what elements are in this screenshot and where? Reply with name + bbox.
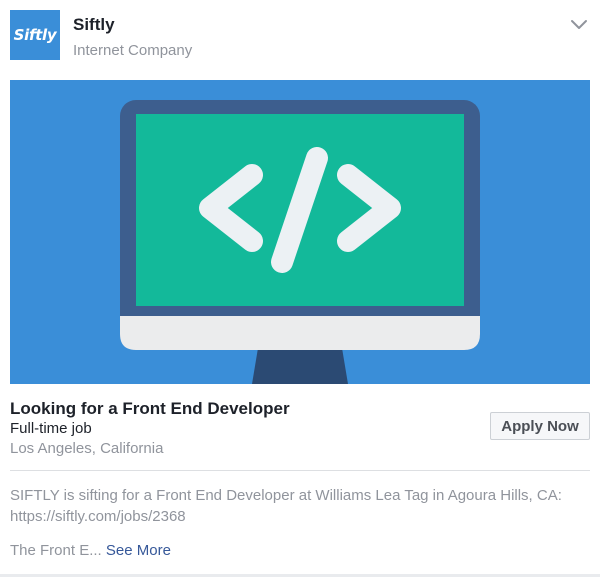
page-category: Internet Company	[73, 42, 193, 59]
logo-text: Siftly	[13, 26, 57, 44]
see-more-link[interactable]: See More	[106, 542, 171, 559]
apply-now-button[interactable]: Apply Now	[490, 412, 590, 440]
post-link[interactable]: https://siftly.com/jobs/2368	[10, 506, 590, 527]
job-location: Los Angeles, California	[10, 440, 164, 457]
post-text-line-1: SIFTLY is sifting for a Front End Develo…	[10, 487, 562, 504]
divider	[10, 470, 590, 471]
job-post-card: Siftly Siftly Internet Company Looking f…	[0, 0, 600, 577]
job-title[interactable]: Looking for a Front End Developer	[10, 399, 290, 419]
post-truncated-text: The Front E...	[10, 542, 102, 559]
job-type: Full-time job	[10, 420, 92, 437]
chevron-down-icon[interactable]	[570, 18, 588, 32]
post-image[interactable]	[10, 80, 590, 384]
monitor-stand	[252, 348, 348, 384]
monitor-bezel	[120, 316, 480, 350]
post-truncated-row: The Front E... See More	[10, 542, 171, 559]
post-description: SIFTLY is sifting for a Front End Develo…	[10, 485, 590, 527]
page-logo[interactable]: Siftly	[10, 10, 60, 60]
page-name[interactable]: Siftly	[73, 15, 115, 35]
code-monitor-icon	[120, 100, 480, 384]
